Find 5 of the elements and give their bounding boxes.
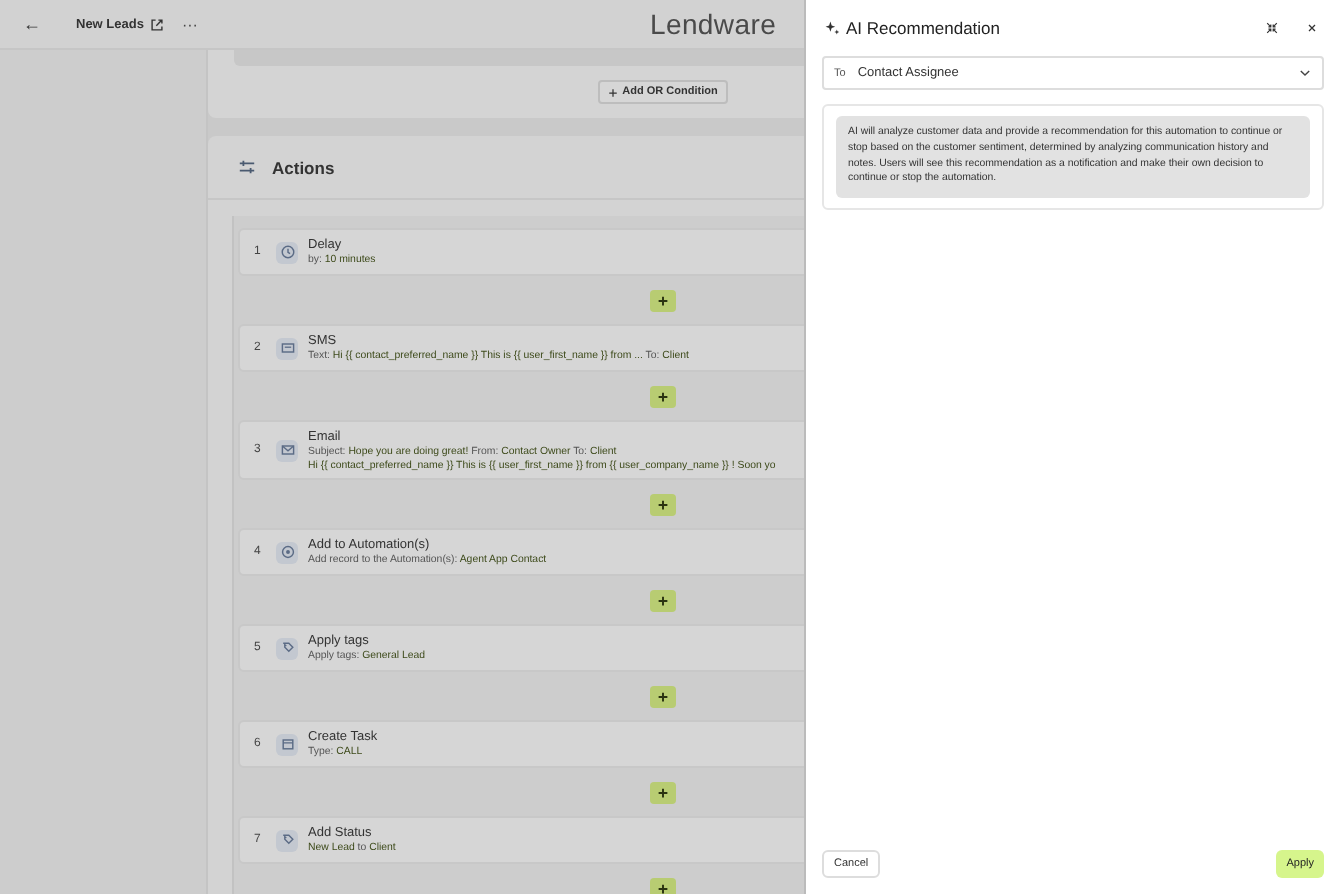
more-button[interactable]: ··· [181, 15, 198, 33]
brand-logo: Lendware [649, 8, 777, 40]
panel-title: AI Recommendation [846, 18, 1001, 38]
back-button[interactable]: ← [20, 14, 44, 34]
actions-title: Actions [272, 157, 335, 177]
